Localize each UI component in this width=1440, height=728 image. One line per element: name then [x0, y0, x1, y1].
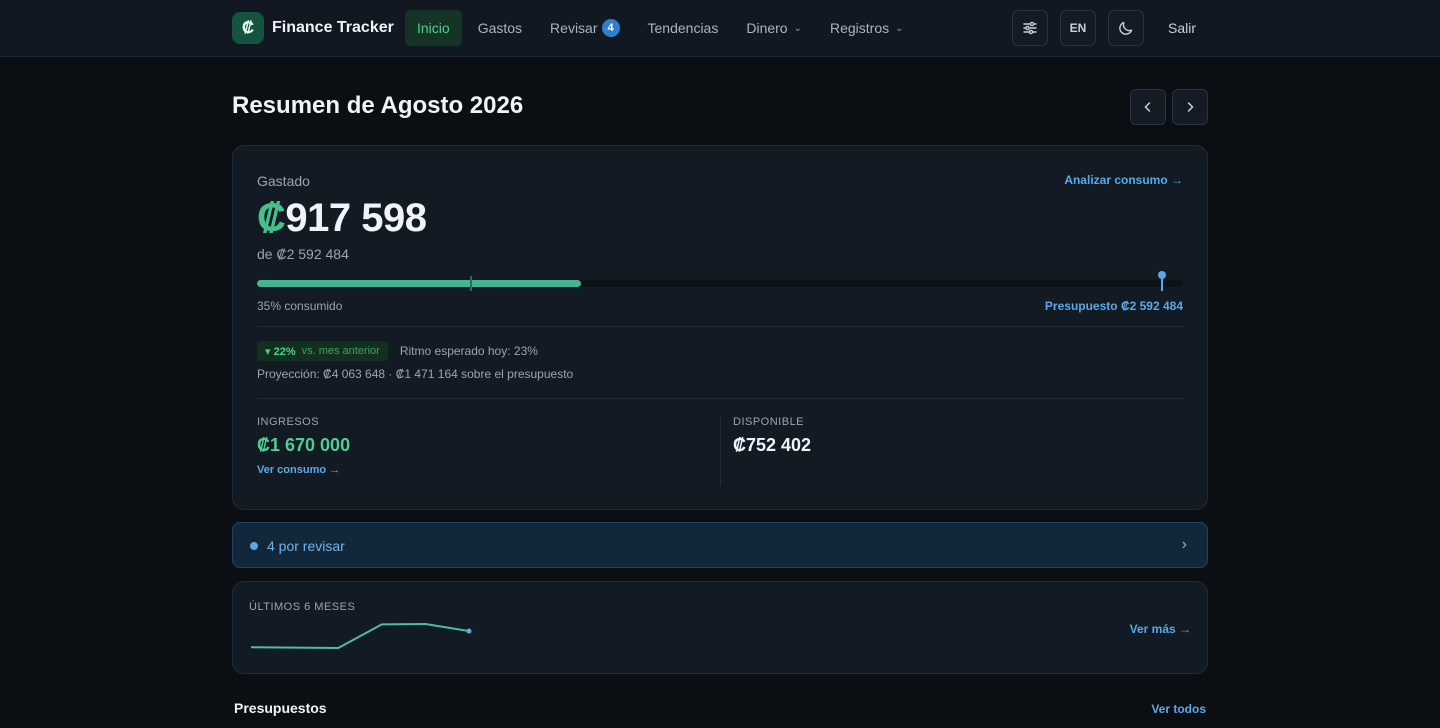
- available-label: DISPONIBLE: [733, 416, 805, 428]
- nav-item-revisar[interactable]: Revisar 4: [538, 10, 631, 46]
- available-stat: DISPONIBLE ₡752 402: [733, 416, 811, 456]
- nav-item-label: Tendencias: [647, 20, 719, 36]
- language-button[interactable]: EN: [1059, 10, 1096, 46]
- change-badge: ▾ 22% vs. mes anterior: [257, 341, 388, 361]
- budget-limit-pin: [1155, 271, 1167, 293]
- chevron-down-icon: ⌄: [895, 22, 904, 34]
- pending-review-banner[interactable]: 4 por revisar ›: [232, 522, 1208, 568]
- vertical-divider: [720, 416, 721, 486]
- month-navigation: [1130, 89, 1208, 125]
- income-value: ₡1 670 000: [257, 435, 351, 455]
- page-title: Resumen de Agosto 2026: [232, 92, 524, 119]
- nav-item-label: Inicio: [417, 20, 450, 36]
- nav-item-inicio[interactable]: Inicio: [405, 10, 462, 46]
- moon-icon: [1119, 21, 1133, 35]
- settings-button[interactable]: [1011, 10, 1048, 46]
- top-navbar: ₡ Finance Tracker Inicio Gastos Revisar …: [0, 0, 1440, 57]
- income-label: INGRESOS: [257, 416, 320, 428]
- colon-currency-logo-icon: ₡: [232, 12, 264, 44]
- chevron-down-icon: ⌄: [793, 22, 802, 34]
- change-compare-label: vs. mes anterior: [301, 345, 380, 357]
- divider: [257, 326, 1183, 327]
- available-value: ₡752 402: [733, 435, 812, 455]
- budget-amount: Presupuesto ₡2 592 484: [1044, 299, 1183, 313]
- spent-label: Gastado: [257, 173, 310, 189]
- view-all-budgets-link[interactable]: Ver todos: [1151, 702, 1206, 716]
- main-nav: Inicio Gastos Revisar 4 Tendencias Diner…: [405, 10, 916, 46]
- six-month-trend-card: ÚLTIMOS 6 MESES Ver más →: [232, 581, 1208, 674]
- pace-row: ▾ 22% vs. mes anterior Ritmo esperado ho…: [257, 341, 538, 361]
- chevron-left-icon: [1144, 102, 1151, 112]
- next-month-button[interactable]: [1172, 89, 1208, 125]
- nav-item-dinero[interactable]: Dinero ⌄: [734, 10, 814, 46]
- nav-item-label: Dinero: [746, 20, 788, 36]
- budgets-section-title: Presupuestos: [234, 700, 327, 716]
- spending-summary-card: Gastado Analizar consumo → ₡917 598 de ₡…: [232, 145, 1208, 510]
- nav-item-gastos[interactable]: Gastos: [466, 10, 534, 46]
- sliders-icon: [1023, 21, 1037, 35]
- nav-item-registros[interactable]: Registros ⌄: [818, 10, 916, 46]
- expected-pace-text: Ritmo esperado hoy: 23%: [399, 344, 538, 358]
- brand[interactable]: ₡ Finance Tracker: [232, 12, 394, 44]
- previous-month-button[interactable]: [1130, 89, 1166, 125]
- income-stat: INGRESOS ₡1 670 000 Ver consumo →: [257, 416, 350, 476]
- sparkline-path: [250, 623, 470, 649]
- expected-pace-marker: [469, 276, 472, 291]
- logout-button[interactable]: Salir: [1156, 20, 1208, 36]
- chevron-right-icon: [1187, 102, 1194, 112]
- analyze-consumption-link[interactable]: Analizar consumo →: [1064, 173, 1183, 187]
- currency-symbol: ₡: [257, 196, 286, 240]
- progress-fill: [257, 280, 582, 287]
- nav-item-tendencias[interactable]: Tendencias: [636, 10, 731, 46]
- chevron-right-icon: ›: [1181, 536, 1187, 553]
- trend-label: ÚLTIMOS 6 MESES: [249, 601, 356, 613]
- nav-item-label: Revisar: [550, 20, 598, 36]
- spent-amount: ₡917 598: [257, 196, 427, 241]
- sparkline-last-point: [466, 628, 472, 634]
- projection-text: Proyección: ₡4 063 648 · ₡1 471 164 sobr…: [257, 367, 574, 381]
- status-dot-icon: [250, 542, 258, 550]
- review-count-badge: 4: [601, 19, 620, 37]
- divider: [257, 398, 1183, 399]
- change-percent: ▾ 22%: [265, 345, 296, 358]
- top-actions: EN Salir: [1011, 10, 1208, 46]
- view-consumption-link[interactable]: Ver consumo →: [257, 464, 350, 476]
- app-name: Finance Tracker: [272, 19, 394, 36]
- theme-toggle-button[interactable]: [1107, 10, 1144, 46]
- budget-total-text: de ₡2 592 484: [257, 246, 349, 262]
- trend-sparkline: [250, 623, 472, 649]
- view-more-link[interactable]: Ver más →: [1130, 622, 1191, 636]
- spent-value: 917 598: [285, 196, 427, 240]
- nav-item-label: Registros: [829, 20, 890, 36]
- consumed-percent: 35% consumido: [257, 299, 343, 313]
- pending-review-text: 4 por revisar: [267, 538, 345, 554]
- budget-progress-bar: [257, 276, 1183, 291]
- nav-item-label: Gastos: [477, 20, 523, 36]
